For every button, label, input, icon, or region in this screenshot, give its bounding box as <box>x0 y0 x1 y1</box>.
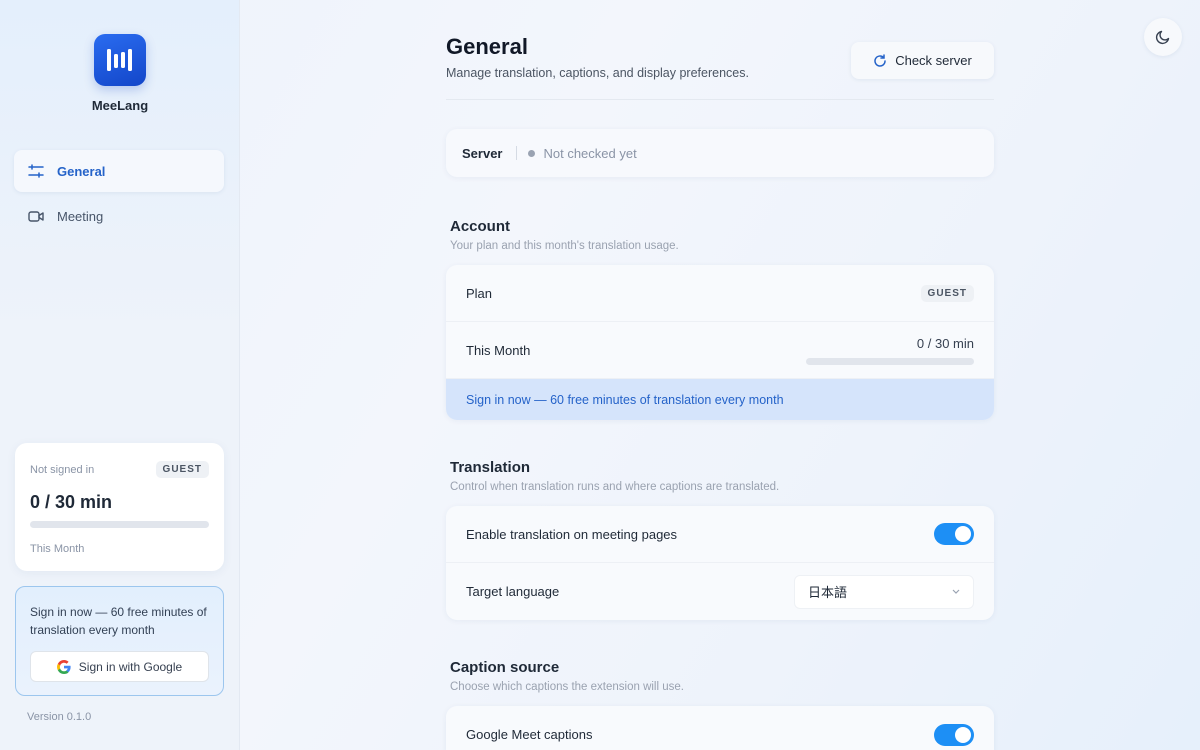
caption-section-title: Caption source <box>450 659 560 676</box>
sidebar-item-label: General <box>57 163 106 179</box>
plan-badge: GUEST <box>155 461 209 478</box>
enable-translation-row: Enable translation on meeting pages <box>446 506 994 563</box>
theme-toggle-button[interactable] <box>1144 18 1182 56</box>
target-language-value: 日本語 <box>808 585 848 600</box>
account-section-title: Account <box>450 218 510 235</box>
plan-label: Plan <box>466 285 493 301</box>
target-language-row: Target language 日本語 <box>446 563 994 620</box>
month-progress-bar <box>806 357 974 365</box>
main-content: General Manage translation, captions, an… <box>240 0 1200 750</box>
sidebar-nav: General Meeting <box>14 150 224 240</box>
page-header: General Manage translation, captions, an… <box>446 34 994 100</box>
plan-row: Plan GUEST <box>446 265 994 322</box>
status-dot <box>528 149 536 157</box>
moon-icon <box>1155 30 1170 45</box>
app-root: MeeLang General Meeting Not signed in GU… <box>0 0 1200 750</box>
toggle-knob <box>955 526 971 542</box>
check-server-button[interactable]: Check server <box>851 42 994 79</box>
signin-promo-card: Sign in now — 60 free minutes of transla… <box>15 586 224 696</box>
account-card: Plan GUEST This Month 0 / 30 min Sign in… <box>446 265 994 420</box>
video-icon <box>28 210 44 222</box>
app-logo-icon <box>94 34 146 86</box>
caption-card: Google Meet captions <box>446 706 994 750</box>
usage-value: 0 / 30 min <box>30 492 113 512</box>
month-label: This Month <box>466 342 531 358</box>
chevron-down-icon <box>952 589 960 594</box>
usage-card: Not signed in GUEST 0 / 30 min This Mont… <box>15 443 224 571</box>
month-usage-value: 0 / 30 min <box>916 335 974 351</box>
caption-section-subtitle: Choose which captions the extension will… <box>450 681 684 693</box>
signin-status: Not signed in <box>30 463 95 476</box>
usage-caption: This Month <box>30 543 85 555</box>
enable-translation-toggle[interactable] <box>934 523 974 545</box>
account-section-subtitle: Your plan and this month's translation u… <box>450 240 679 252</box>
sidebar-item-general[interactable]: General <box>14 150 224 192</box>
server-label: Server <box>462 145 503 161</box>
divider <box>516 146 518 160</box>
target-language-select[interactable]: 日本語 <box>794 574 974 609</box>
meet-captions-toggle[interactable] <box>934 723 974 746</box>
plan-badge: GUEST <box>920 284 974 302</box>
target-language-label: Target language <box>466 584 560 599</box>
app-version: Version 0.1.0 <box>27 711 92 723</box>
server-status-card: Server Not checked yet <box>446 129 994 177</box>
meet-captions-label: Google Meet captions <box>466 727 593 742</box>
signin-promo-text: Sign in now — 60 free minutes of transla… <box>30 605 207 637</box>
google-signin-button[interactable]: Sign in with Google <box>30 651 209 682</box>
signin-promo-link[interactable]: Sign in now — 60 free minutes of transla… <box>446 379 994 420</box>
sidebar: MeeLang General Meeting Not signed in GU… <box>0 0 240 750</box>
server-status: Not checked yet <box>543 145 637 161</box>
check-server-label: Check server <box>895 53 972 68</box>
enable-translation-label: Enable translation on meeting pages <box>466 526 678 542</box>
sidebar-item-label: Meeting <box>57 208 104 224</box>
google-signin-label: Sign in with Google <box>78 659 183 674</box>
refresh-icon <box>874 53 886 67</box>
translation-section-subtitle: Control when translation runs and where … <box>450 481 780 493</box>
app-name: MeeLang <box>91 98 149 113</box>
brand: MeeLang <box>0 34 240 113</box>
sliders-icon <box>28 164 44 178</box>
translation-section-title: Translation <box>450 459 531 476</box>
sidebar-item-meeting[interactable]: Meeting <box>14 195 224 237</box>
toggle-knob <box>955 726 971 743</box>
translation-card: Enable translation on meeting pages Targ… <box>446 506 994 620</box>
month-usage-row: This Month 0 / 30 min <box>446 322 994 379</box>
usage-progress-bar <box>30 521 209 528</box>
meet-captions-row: Google Meet captions <box>446 706 994 750</box>
google-icon <box>56 659 71 674</box>
